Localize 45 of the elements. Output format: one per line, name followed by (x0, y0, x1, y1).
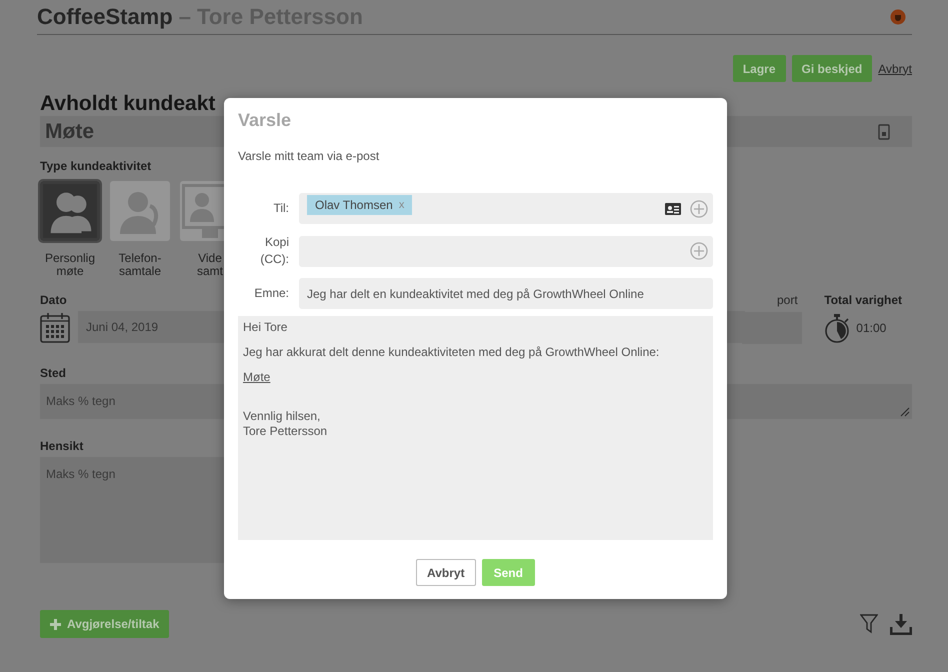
field-label: Dato (40, 293, 67, 307)
activity-type-label: Personlig møte (44, 252, 96, 278)
message-text: Hei Tore (243, 320, 288, 335)
add-icon[interactable] (690, 242, 708, 260)
dialog-subtitle: Varsle mitt team via e-post (238, 149, 380, 163)
cancel-link[interactable]: Avbryt (878, 62, 912, 76)
add-icon[interactable] (690, 200, 708, 218)
message-text: Vennlig hilsen, Tore Pettersson (243, 409, 328, 439)
message-field[interactable]: Hei Tore Jeg har akkurat delt denne kundeaktiviteten med deg på GrowthWheel Online: Møte Vennlig hilsen, Tore Pettersson (238, 316, 713, 540)
dialog-title: Varsle (238, 110, 292, 131)
page-heading: Avholdt kundeakt (40, 92, 216, 116)
field-label: port (777, 293, 798, 307)
filter-icon[interactable] (860, 614, 878, 634)
field-label: Til: (272, 200, 289, 217)
activity-type-tile[interactable] (40, 181, 100, 241)
cancel-button[interactable]: Avbryt (416, 559, 476, 586)
plus-icon (50, 618, 61, 630)
remove-icon[interactable]: x (398, 199, 404, 211)
app-title: CoffeeStamp (37, 4, 173, 30)
contact-card-icon[interactable] (665, 202, 681, 214)
message-text: Jeg har akkurat delt denne kundeaktiviteten med deg på GrowthWheel Online: (243, 345, 660, 360)
field-label: Sted (40, 366, 66, 380)
recipient-tag[interactable]: Olav Thomsen x (307, 195, 412, 215)
calendar-icon (40, 312, 70, 342)
field-label: Kopi (CC): (259, 234, 289, 268)
subject-field[interactable]: Jeg har delt en kundeaktivitet med deg på GrowthWheel Online (299, 278, 713, 309)
resize-grip-icon (900, 407, 910, 417)
download-icon[interactable] (890, 613, 912, 635)
action-button[interactable]: Gi beskjed (792, 55, 872, 82)
stopwatch-icon (824, 313, 850, 343)
activity-link[interactable]: Møte (243, 370, 270, 385)
cup-icon[interactable] (890, 9, 906, 25)
recipient-field[interactable]: Olav Thomsen x (299, 193, 713, 224)
field-label: Total varighet (824, 293, 902, 307)
field-label: Emne: (253, 285, 289, 302)
action-button[interactable]: Lagre (732, 55, 786, 82)
document-icon (878, 124, 890, 140)
activity-type-tile[interactable] (110, 181, 170, 241)
activity-type-label: Vide samt (196, 252, 223, 278)
field-label: Hensikt (40, 439, 84, 453)
section-label: Type kundeaktivitet (40, 159, 152, 173)
cc-field[interactable] (299, 236, 713, 266)
activity-type-label: Telefon- samtale (118, 252, 162, 278)
add-button[interactable]: Avgjørelse/tiltak (40, 610, 170, 638)
duration-value: 01:00 (856, 321, 886, 335)
